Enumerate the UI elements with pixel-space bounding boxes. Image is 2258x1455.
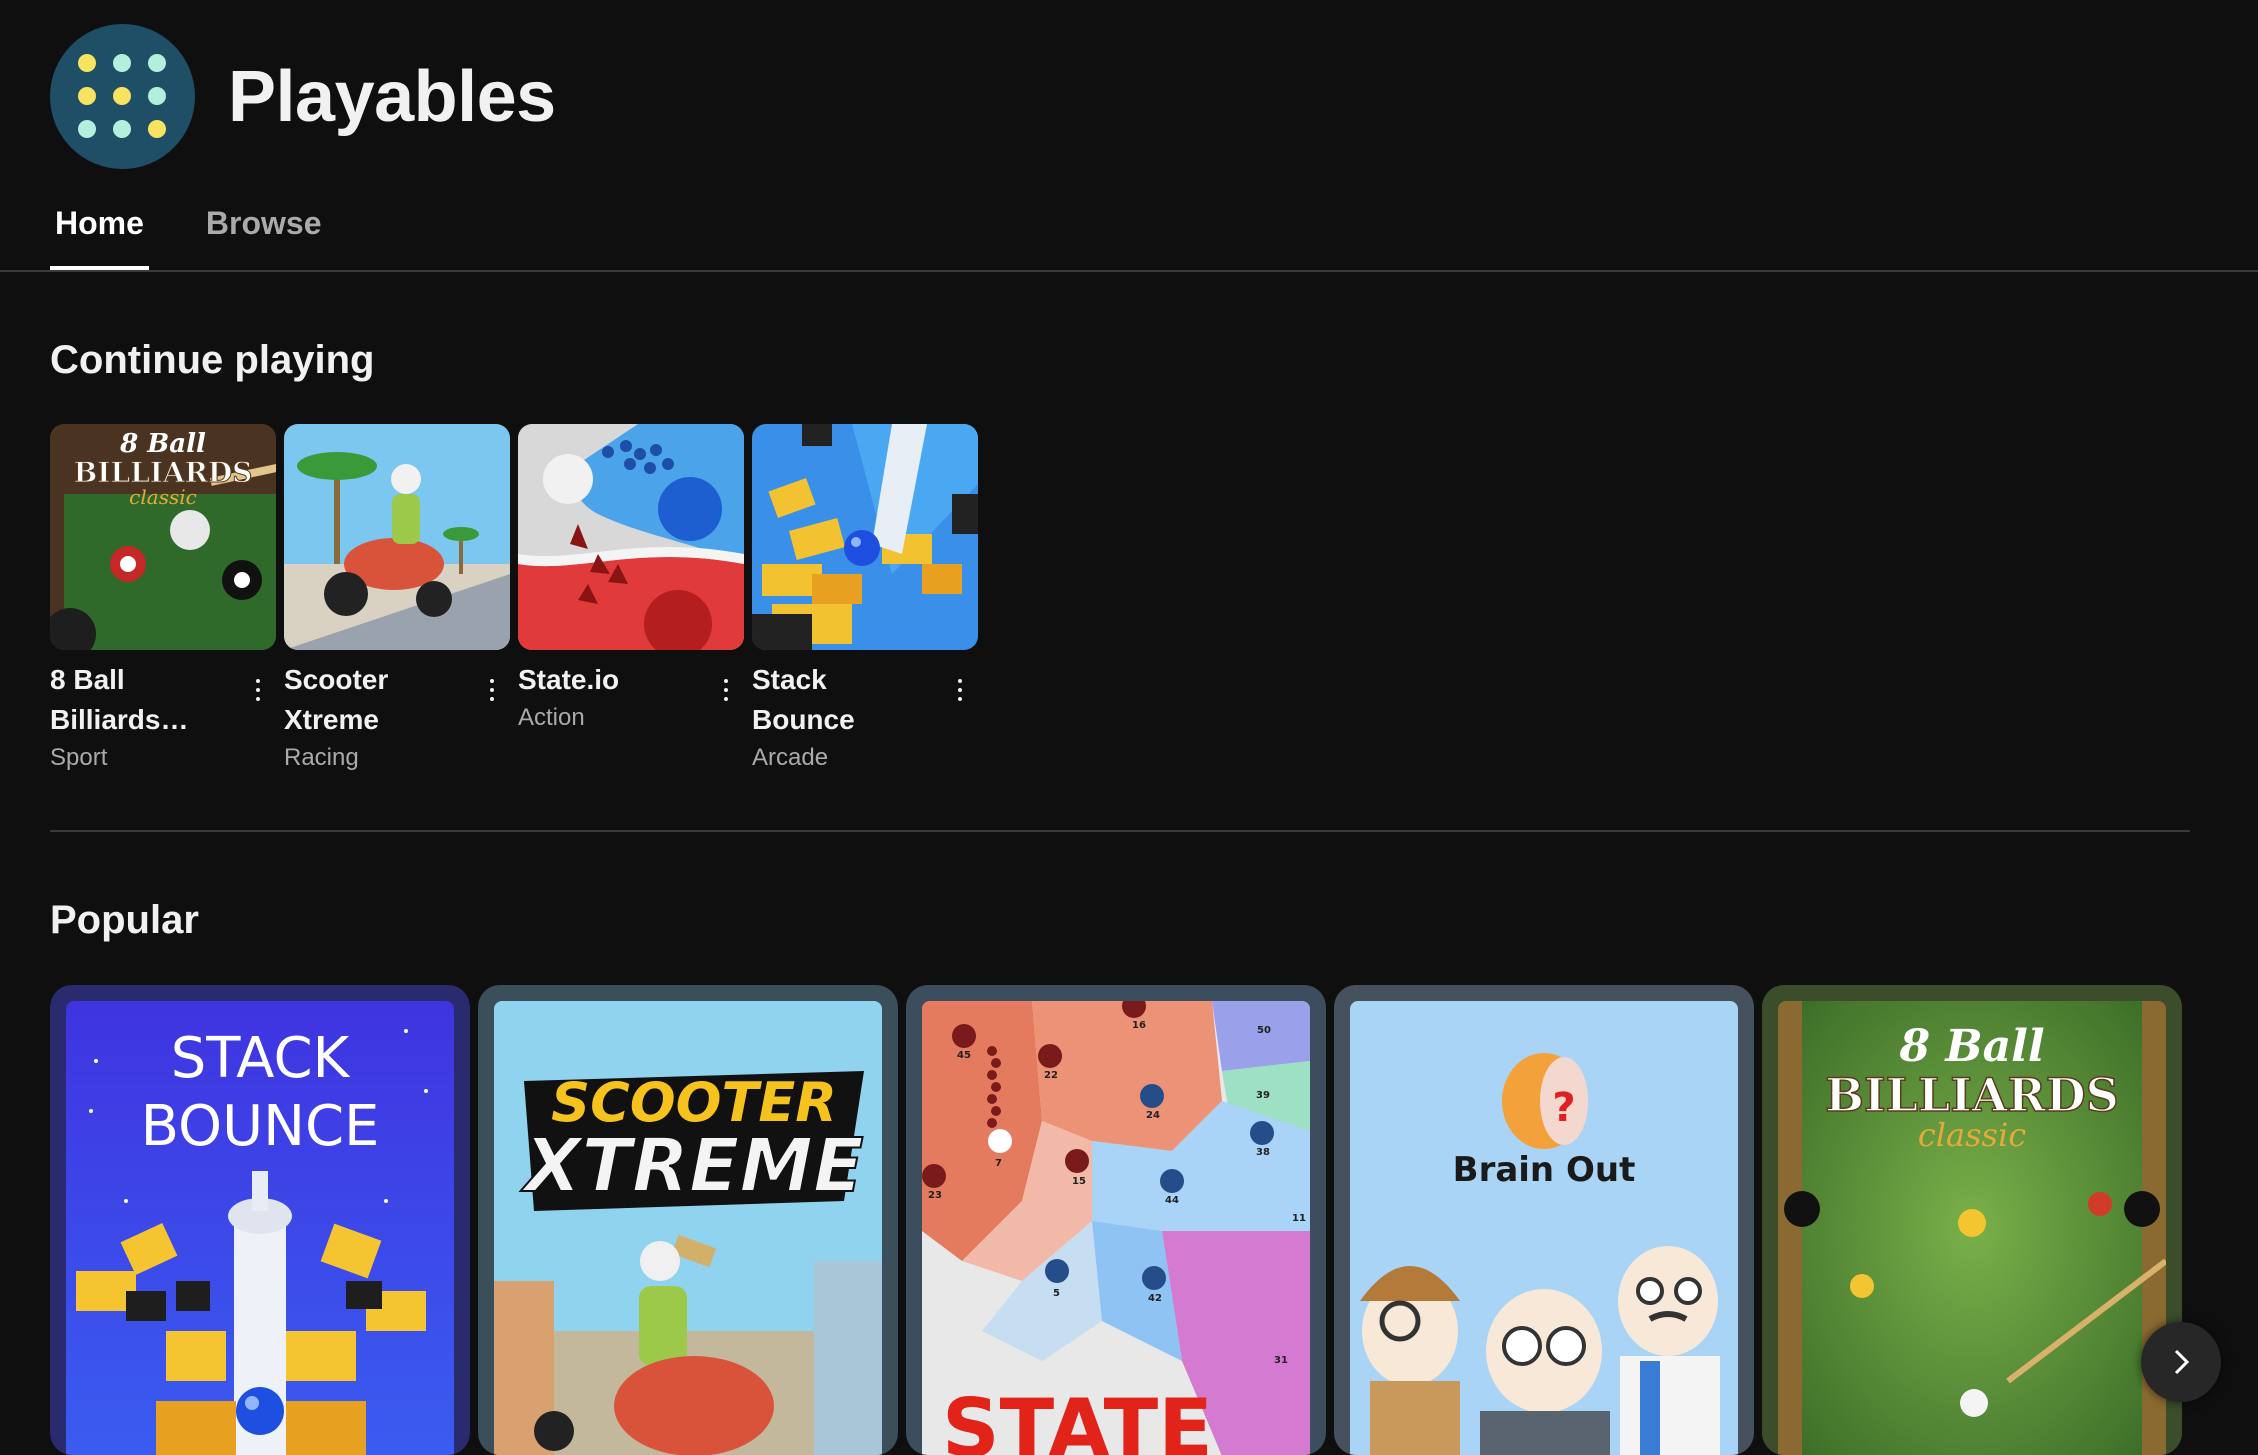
- game-genre: Sport: [50, 744, 108, 771]
- map-label: 5: [1053, 1288, 1060, 1299]
- map-label: 15: [1072, 1176, 1086, 1187]
- game-genre: Racing: [284, 744, 359, 771]
- art-title: STATE: [942, 1382, 1213, 1455]
- thumb-title-line3: classic: [129, 485, 197, 509]
- channel-header: Playables: [50, 24, 556, 169]
- popular-game-card[interactable]: 16 50 45 22 24 39 38 44 23 15 11 7 5 42 …: [906, 985, 1326, 1455]
- art-title-line2: BILLIARDS: [1825, 1068, 2119, 1122]
- map-label: 44: [1165, 1195, 1179, 1206]
- map-label: 42: [1148, 1293, 1162, 1304]
- popular-game-card[interactable]: ? Brain Out: [1334, 985, 1754, 1455]
- game-art: 16 50 45 22 24 39 38 44 23 15 11 7 5 42 …: [922, 1001, 1310, 1455]
- dice-dots-icon: [50, 24, 195, 169]
- art-title-word1: STACK: [171, 1026, 351, 1091]
- popular-game-card[interactable]: STACK BOUNCE: [50, 985, 470, 1455]
- art-title-word2: XTREME: [520, 1123, 863, 1209]
- chevron-right-icon: [2174, 1349, 2190, 1375]
- map-label: 39: [1256, 1090, 1270, 1101]
- tab-home[interactable]: Home: [50, 198, 149, 270]
- game-card[interactable]: Stack Bounce Arcade: [752, 424, 978, 772]
- page-title: Playables: [228, 56, 556, 137]
- game-genre: Arcade: [752, 744, 829, 771]
- tab-bar: Home Browse: [50, 198, 379, 270]
- continue-playing-row: 8 Ball BILLIARDS classic 8 Ball Billiard…: [50, 424, 986, 772]
- map-label: 16: [1132, 1020, 1146, 1031]
- game-card[interactable]: State.io Action: [518, 424, 744, 772]
- game-thumbnail[interactable]: [752, 424, 978, 650]
- carousel-next-button[interactable]: [2141, 1322, 2221, 1402]
- map-label: 38: [1256, 1147, 1270, 1158]
- tab-divider: [0, 270, 2258, 272]
- thumb-title-line1: 8 Ball: [119, 429, 206, 459]
- game-thumbnail[interactable]: [518, 424, 744, 650]
- game-genre: Action: [518, 704, 585, 731]
- game-title[interactable]: 8 Ball Billiards…: [50, 660, 230, 740]
- game-title[interactable]: State.io: [518, 660, 698, 700]
- game-art: ? Brain Out: [1350, 1001, 1738, 1455]
- game-card[interactable]: 8 Ball BILLIARDS classic 8 Ball Billiard…: [50, 424, 276, 772]
- art-title-line1: 8 Ball: [1898, 1021, 2044, 1072]
- tab-browse[interactable]: Browse: [201, 198, 327, 270]
- more-options-icon[interactable]: [716, 672, 736, 708]
- more-options-icon[interactable]: [482, 672, 502, 708]
- map-label: 50: [1257, 1025, 1271, 1036]
- map-label: 11: [1292, 1213, 1306, 1224]
- map-label: 31: [1274, 1355, 1288, 1366]
- more-options-icon[interactable]: [950, 672, 970, 708]
- art-title: Brain Out: [1453, 1150, 1636, 1190]
- svg-text:?: ?: [1552, 1085, 1575, 1131]
- game-art: SCOOTER XTREME: [494, 1001, 882, 1455]
- map-label: 24: [1146, 1110, 1160, 1121]
- game-art: STACK BOUNCE: [66, 1001, 454, 1455]
- popular-heading: Popular: [50, 898, 199, 942]
- game-card[interactable]: Scooter Xtreme Racing: [284, 424, 510, 772]
- game-thumbnail[interactable]: [284, 424, 510, 650]
- popular-row: STACK BOUNCE SCOOTER XTREME 16 50 45 22 …: [50, 985, 2190, 1455]
- game-art: 8 Ball BILLIARDS classic: [1778, 1001, 2166, 1455]
- game-title[interactable]: Stack Bounce: [752, 660, 932, 740]
- map-label: 45: [957, 1050, 971, 1061]
- popular-game-card[interactable]: 8 Ball BILLIARDS classic: [1762, 985, 2182, 1455]
- popular-game-card[interactable]: SCOOTER XTREME: [478, 985, 898, 1455]
- more-options-icon[interactable]: [248, 672, 268, 708]
- art-title-line3: classic: [1918, 1116, 2026, 1154]
- map-label: 22: [1044, 1070, 1058, 1081]
- section-divider: [50, 830, 2190, 832]
- game-thumbnail[interactable]: 8 Ball BILLIARDS classic: [50, 424, 276, 650]
- map-label: 7: [995, 1158, 1002, 1169]
- continue-playing-heading: Continue playing: [50, 338, 375, 382]
- game-title[interactable]: Scooter Xtreme: [284, 660, 464, 740]
- map-label: 23: [928, 1190, 942, 1201]
- art-title-word2: BOUNCE: [141, 1094, 380, 1159]
